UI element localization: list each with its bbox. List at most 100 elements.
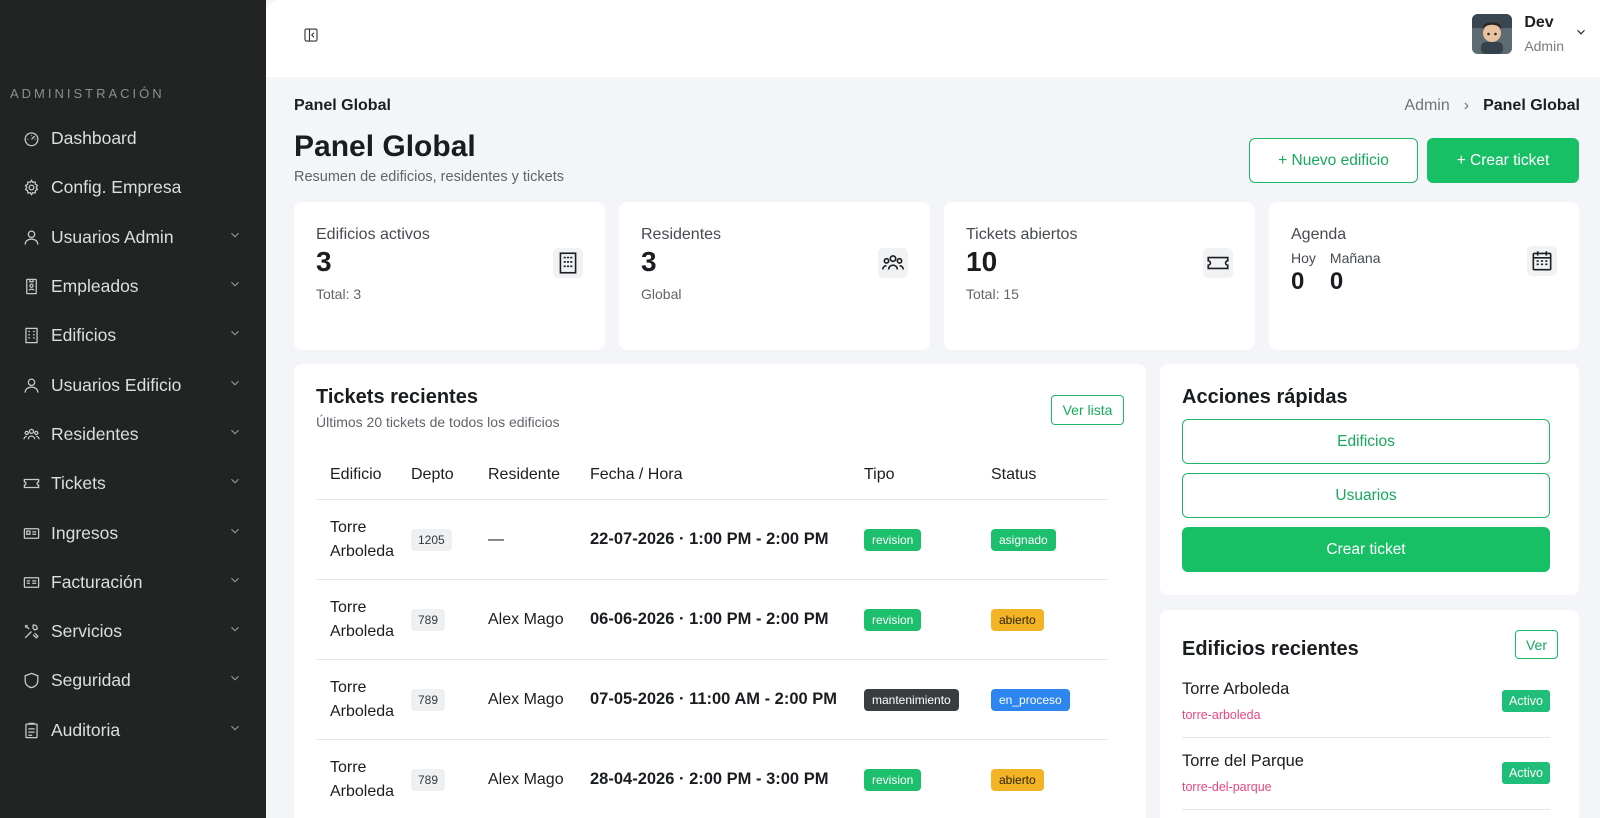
table-row[interactable]: Torre Arboleda 789 Alex Mago 07-05-2026 … — [316, 660, 1108, 740]
invoice-icon — [20, 571, 42, 593]
cell-building: Torre Arboleda — [330, 518, 395, 560]
column-header[interactable]: Depto — [411, 466, 488, 484]
user-name: Dev — [1524, 14, 1554, 31]
chevron-down-icon — [228, 671, 242, 690]
sidebar-item-label: Usuarios Admin — [51, 226, 174, 247]
new-building-button[interactable]: + Nuevo edificio — [1249, 138, 1418, 183]
chevron-down-icon — [228, 425, 242, 444]
cell-datetime: 07-05-2026 · 11:00 AM - 2:00 PM — [590, 690, 838, 708]
cell-resident: Alex Mago — [488, 610, 564, 628]
chevron-down-icon — [228, 474, 242, 493]
quick-actions-card: Acciones rápidas Edificios Usuarios Crea… — [1160, 364, 1579, 595]
column-header[interactable]: Residente — [488, 466, 590, 484]
recent-tickets-title: Tickets recientes — [316, 386, 478, 408]
group-icon — [20, 423, 42, 445]
chevron-down-icon — [228, 326, 242, 345]
create-ticket-button[interactable]: + Crear ticket — [1427, 138, 1579, 183]
sidebar-item-edificios[interactable]: Edificios — [0, 311, 266, 360]
breadcrumb-current: Panel Global — [1483, 97, 1580, 114]
cell-depto: 789 — [411, 688, 446, 711]
user-menu[interactable]: Dev Admin — [1472, 14, 1588, 54]
sidebar-item-empleados[interactable]: Empleados — [0, 262, 266, 311]
type-badge: revision — [864, 768, 922, 791]
quick-users-button[interactable]: Usuarios — [1182, 473, 1550, 518]
stat-value: 3 — [316, 246, 332, 277]
breadcrumb-root[interactable]: Admin — [1404, 97, 1449, 115]
view-buildings-button[interactable]: Ver — [1515, 630, 1558, 659]
building-icon — [20, 325, 42, 347]
sidebar-toggle-icon[interactable] — [302, 26, 320, 44]
sidebar-item-tickets[interactable]: Tickets — [0, 459, 266, 508]
column-header[interactable]: Tipo — [864, 466, 991, 484]
ticket-icon — [1203, 248, 1233, 278]
type-badge: revision — [864, 608, 922, 631]
stat-value: 10 — [966, 246, 998, 277]
building-icon — [553, 248, 583, 278]
table-row[interactable]: Torre Arboleda 789 Alex Mago 28-04-2026 … — [316, 740, 1108, 818]
sidebar-item-label: Config. Empresa — [51, 177, 182, 198]
sidebar-item-label: Ingresos — [51, 522, 119, 543]
sidebar-item-label: Edificios — [51, 325, 117, 346]
chevron-down-icon[interactable] — [1574, 25, 1588, 44]
cell-datetime: 06-06-2026 · 1:00 PM - 2:00 PM — [590, 610, 829, 628]
user-icon — [20, 374, 42, 396]
status-badge: Activo — [1501, 762, 1550, 784]
shield-icon — [20, 670, 42, 692]
list-item[interactable]: Torre Arboleda torre-arboleda Activo — [1182, 668, 1550, 738]
sidebar-item-usuarios-edificio[interactable]: Usuarios Edificio — [0, 360, 266, 409]
badge-icon — [20, 276, 42, 298]
sidebar-item-ingresos[interactable]: Ingresos — [0, 508, 266, 557]
stat-sub: Global — [641, 286, 682, 302]
chevron-down-icon — [228, 228, 242, 247]
sidebar-item-dashboard[interactable]: Dashboard — [0, 114, 266, 163]
column-header[interactable]: Status — [991, 466, 1108, 484]
sidebar-item-auditoria[interactable]: Auditoria — [0, 706, 266, 755]
sidebar-section-title: ADMINISTRACIÓN — [10, 86, 165, 101]
building-name: Torre Arboleda — [1182, 680, 1290, 698]
cell-depto: 789 — [411, 608, 446, 631]
list-item[interactable]: Torre del Parque torre-del-parque Activo — [1182, 740, 1550, 810]
sidebar-item-label: Facturación — [51, 571, 143, 592]
sidebar-item-label: Empleados — [51, 276, 139, 297]
agenda-tomorrow-value: 0 — [1329, 268, 1344, 295]
tickets-table: Edificio Depto Residente Fecha / Hora Ti… — [316, 450, 1108, 818]
sidebar-item-facturacion[interactable]: Facturación — [0, 558, 266, 607]
status-badge: abierto — [991, 608, 1044, 631]
status-badge: abierto — [991, 768, 1044, 791]
status-badge: Activo — [1501, 690, 1550, 712]
sidebar-item-label: Residentes — [51, 423, 139, 444]
cell-resident: — — [488, 530, 504, 548]
recent-buildings-card: Edificios recientes Ver Torre Arboleda t… — [1160, 610, 1579, 818]
sidebar-item-usuarios-admin[interactable]: Usuarios Admin — [0, 213, 266, 262]
sidebar-item-servicios[interactable]: Servicios — [0, 607, 266, 656]
sidebar-nav: Dashboard Config. Empresa Usuarios Admin… — [0, 114, 266, 755]
sidebar-item-label: Usuarios Edificio — [51, 374, 182, 395]
cell-resident: Alex Mago — [488, 770, 564, 788]
column-header[interactable]: Fecha / Hora — [590, 466, 864, 484]
sidebar-item-residentes[interactable]: Residentes — [0, 410, 266, 459]
tools-icon — [20, 621, 42, 643]
breadcrumb-separator: › — [1463, 97, 1470, 114]
stat-label: Tickets abiertos — [966, 226, 1078, 243]
column-header[interactable]: Edificio — [316, 466, 411, 484]
sidebar-item-config-empresa[interactable]: Config. Empresa — [0, 163, 266, 212]
stat-card-agenda: Agenda Hoy 0 Mañana 0 — [1269, 202, 1579, 350]
quick-buildings-button[interactable]: Edificios — [1182, 419, 1550, 464]
table-row[interactable]: Torre Arboleda 789 Alex Mago 06-06-2026 … — [316, 580, 1108, 660]
page-title: Panel Global — [294, 130, 476, 163]
user-role: Admin — [1524, 38, 1564, 54]
building-slug: torre-arboleda — [1182, 708, 1261, 722]
dashboard-icon — [20, 128, 42, 150]
sidebar-item-label: Tickets — [51, 473, 106, 494]
calendar-icon — [1527, 246, 1557, 276]
section-label: Panel Global — [294, 97, 391, 114]
sidebar: ADMINISTRACIÓN Dashboard Config. Empresa… — [0, 0, 266, 818]
quick-create-ticket-button[interactable]: Crear ticket — [1182, 527, 1550, 572]
sidebar-item-seguridad[interactable]: Seguridad — [0, 656, 266, 705]
sidebar-item-label: Dashboard — [51, 128, 137, 149]
sidebar-item-label: Servicios — [51, 621, 122, 642]
table-row[interactable]: Torre Arboleda 1205 — 22-07-2026 · 1:00 … — [316, 500, 1108, 580]
view-list-button[interactable]: Ver lista — [1051, 395, 1124, 425]
building-slug: torre-del-parque — [1182, 780, 1272, 794]
building-name: Torre del Parque — [1182, 752, 1304, 770]
